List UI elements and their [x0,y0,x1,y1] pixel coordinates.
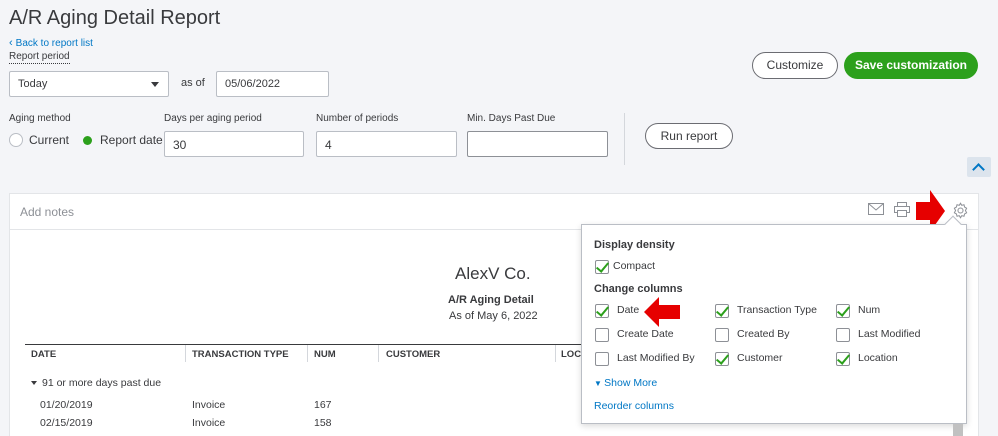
show-more-label: Show More [604,377,658,389]
column-label-transaction-type: Transaction Type [737,304,817,316]
table-cell-date: 01/20/2019 [40,399,93,411]
back-link-label: Back to report list [15,38,93,49]
column-divider [378,345,379,362]
radio-report-date-label: Report date [100,133,163,147]
run-report-button[interactable]: Run report [645,123,733,149]
column-checkbox-last-modified-by[interactable] [595,352,609,366]
report-subtitle: As of May 6, 2022 [449,310,538,322]
report-title: A/R Aging Detail [448,294,534,306]
scrollbar[interactable] [953,424,963,436]
as-of-date-input[interactable]: 05/06/2022 [216,71,329,97]
column-checkbox-date[interactable] [595,304,609,318]
print-icon[interactable] [894,202,910,217]
table-cell-type[interactable]: Invoice [192,417,225,429]
table-cell-num: 167 [314,399,332,411]
red-arrow-icon [644,297,680,327]
column-label-location: Location [858,352,898,364]
filters-divider [624,113,625,165]
caret-down-icon [151,82,159,87]
radio-current-label: Current [29,133,70,147]
radio-report-date[interactable] [83,135,93,145]
company-name: AlexV Co. [455,264,531,283]
column-label-created-by: Created By [737,328,790,340]
number-of-periods-label: Number of periods [316,113,399,124]
column-divider [555,345,556,362]
column-checkbox-last-modified[interactable] [836,328,850,342]
back-to-report-list-link[interactable]: ‹ Back to report list [9,37,93,50]
collapse-filters-button[interactable] [967,157,991,177]
compact-label: Compact [613,260,656,272]
collapse-triangle-icon [31,381,37,386]
chevron-down-icon: ▼ [594,379,605,388]
chevron-up-icon [972,163,985,176]
column-label-create-date: Create Date [617,328,674,340]
column-checkbox-customer[interactable] [715,352,729,366]
group-label: 91 or more days past due [42,377,162,389]
column-divider [307,345,308,362]
radio-current[interactable] [9,133,23,147]
days-per-period-input[interactable]: 30 [164,131,304,157]
days-per-period-label: Days per aging period [164,113,262,124]
group-row[interactable]: 91 or more days past due [31,377,161,389]
display-density-heading: Display density [594,239,675,251]
column-checkbox-location[interactable] [836,352,850,366]
aging-method-radios: Current Report date [9,133,163,147]
column-header-transaction-type[interactable]: TRANSACTION TYPE [192,349,289,360]
number-of-periods-input[interactable]: 4 [316,131,457,157]
column-header-date[interactable]: DATE [31,349,56,360]
column-label-customer: Customer [737,352,783,364]
show-more-link[interactable]: ▼ Show More [594,377,657,389]
page-title: A/R Aging Detail Report [9,7,221,29]
email-icon[interactable] [868,203,884,215]
change-columns-heading: Change columns [594,283,683,295]
reorder-columns-link[interactable]: Reorder columns [594,400,674,412]
min-days-past-due-input[interactable] [467,131,608,157]
column-checkbox-transaction-type[interactable] [715,304,729,318]
chevron-left-icon: ‹ [9,37,13,49]
column-label-date: Date [617,304,640,316]
table-header: DATE TRANSACTION TYPE NUM CUSTOMER LOCA [25,344,605,362]
column-checkbox-created-by[interactable] [715,328,729,342]
column-header-customer[interactable]: CUSTOMER [386,349,440,360]
as-of-label: as of [181,77,205,89]
column-label-last-modified: Last Modified [858,328,921,340]
settings-popup: Display density Compact Change columns D… [581,215,967,424]
column-checkbox-num[interactable] [836,304,850,318]
column-header-num[interactable]: NUM [314,349,336,360]
column-label-num: Num [858,304,881,316]
min-days-past-due-label: Min. Days Past Due [467,113,556,124]
column-label-last-modified-by: Last Modified By [617,352,695,364]
compact-checkbox[interactable] [595,260,609,274]
table-cell-date: 02/15/2019 [40,417,93,429]
customize-button[interactable]: Customize [752,52,838,79]
report-period-value: Today [18,78,48,90]
column-checkbox-create-date[interactable] [595,328,609,342]
table-cell-type[interactable]: Invoice [192,399,225,411]
table-cell-num: 158 [314,417,332,429]
report-period-label: Report period [9,51,70,64]
save-customization-button[interactable]: Save customization [844,52,978,79]
aging-method-label: Aging method [9,113,71,124]
report-period-select[interactable]: Today [9,71,169,97]
column-divider [185,345,186,362]
